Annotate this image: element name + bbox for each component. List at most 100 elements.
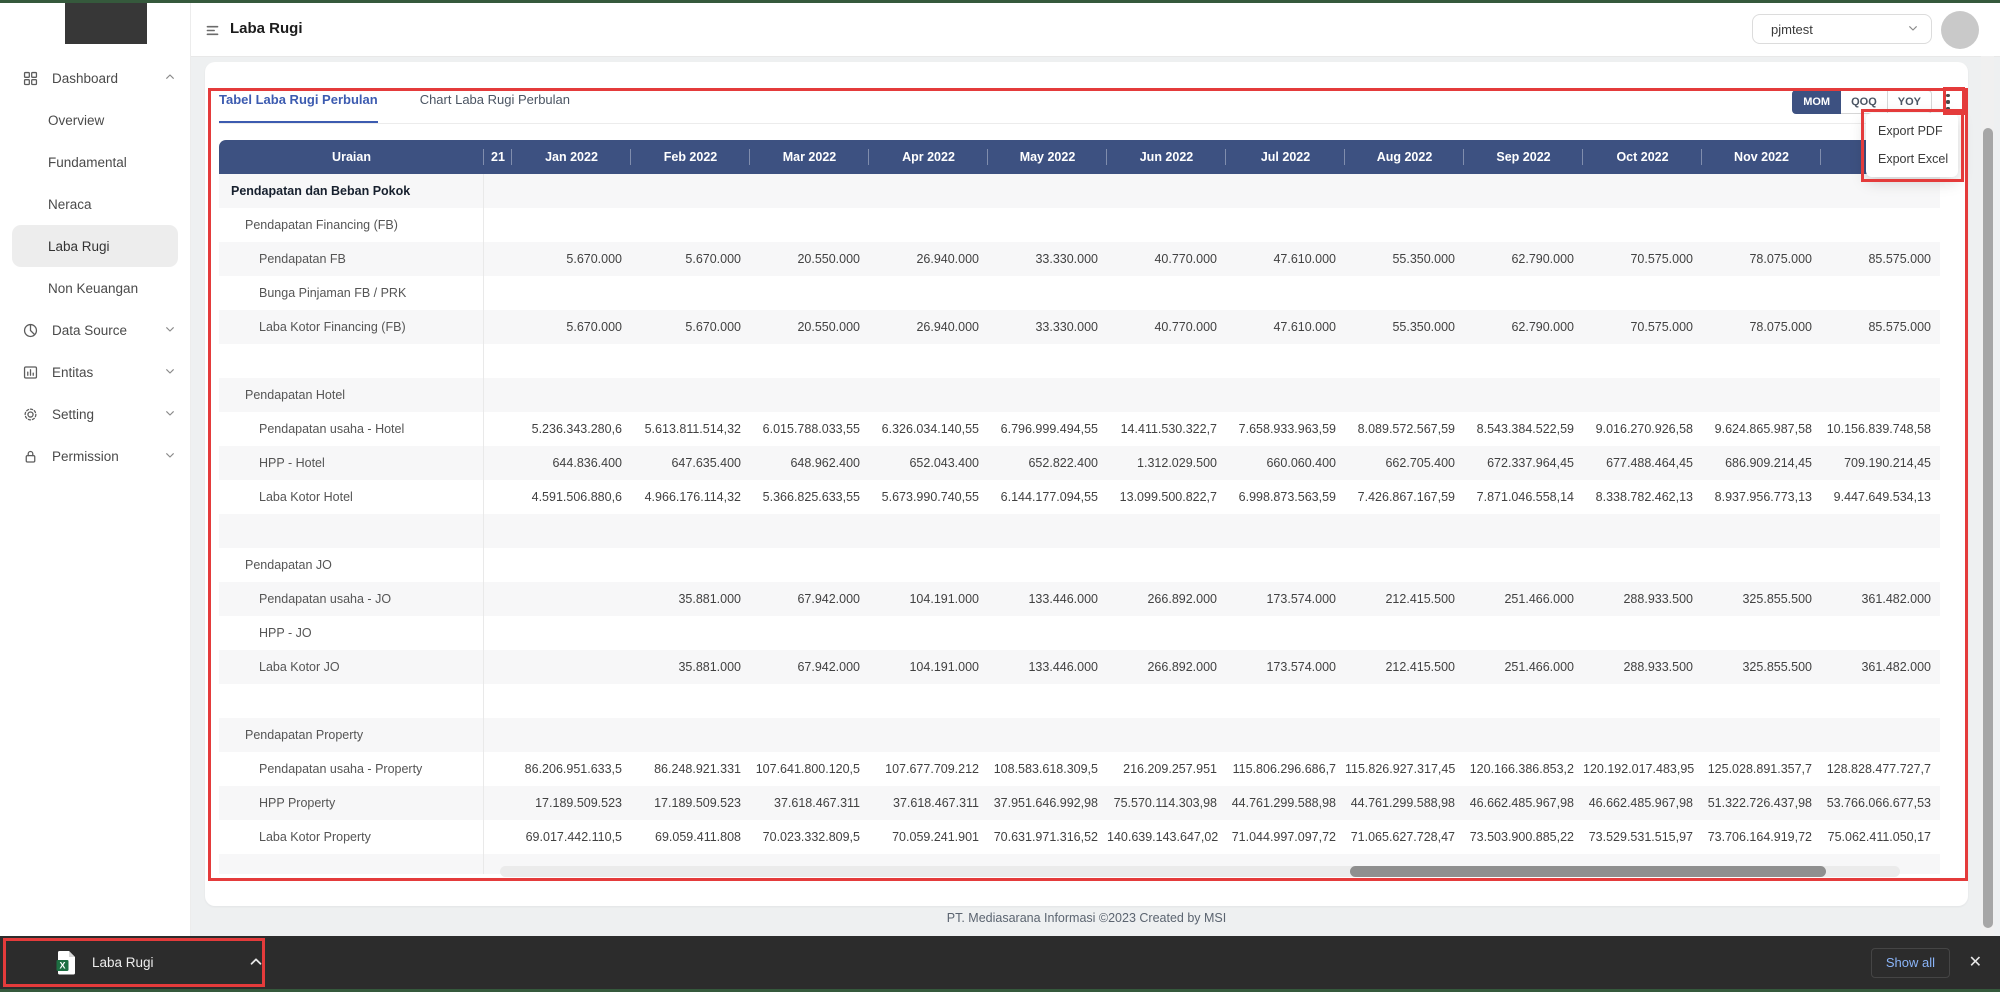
row-value [988,718,1107,752]
row-value [631,208,750,242]
row-value [1464,378,1583,412]
row-value: 7.426.867.167,59 [1345,480,1464,514]
column-header-21: 21 [484,140,512,174]
row-label: Pendapatan usaha - JO [219,582,484,616]
row-value [988,548,1107,582]
row-value: 37.618.467.311 [869,786,988,820]
tab-chart-laba-rugi-perbulan[interactable]: Chart Laba Rugi Perbulan [420,92,570,123]
row-value [1464,684,1583,718]
close-downloads-icon[interactable]: ✕ [1969,952,1982,972]
row-value [1821,514,1940,548]
row-value [631,718,750,752]
row-value [484,786,512,820]
row-value [1464,276,1583,310]
sidebar-item-laba-rugi[interactable]: Laba Rugi [12,225,178,267]
row-value: 5.670.000 [512,310,631,344]
row-value [484,242,512,276]
row-value [631,616,750,650]
table-row-pendapatan-hotel: Pendapatan Hotel [219,378,1940,412]
sidebar-item-entitas[interactable]: Entitas [0,351,190,393]
row-label: Laba Kotor JO [219,650,484,684]
row-value [1107,684,1226,718]
row-value: 6.144.177.094,55 [988,480,1107,514]
sidebar-item-non-keuangan[interactable]: Non Keuangan [12,267,178,309]
row-value: 70.631.971.316,52 [988,820,1107,854]
row-value: 662.705.400 [1345,446,1464,480]
row-value [512,616,631,650]
vertical-scrollbar[interactable] [1981,56,1994,936]
row-value: 6.796.999.494,55 [988,412,1107,446]
row-value [1583,344,1702,378]
row-value: 6.015.788.033,55 [750,412,869,446]
menu-item-export-pdf[interactable]: Export PDF [1866,117,1958,145]
sidebar-item-label: Overview [48,113,104,128]
row-value: 4.966.176.114,32 [631,480,750,514]
row-value [484,752,512,786]
row-value [1702,276,1821,310]
user-select[interactable]: pjmtest [1752,14,1932,44]
app-root: Dashboard Overview FundamentalNeracaLaba R… [0,0,2000,992]
row-value: 140.639.143.647,02 [1107,820,1226,854]
table-row-hpp-property: HPP Property17.189.509.52317.189.509.523… [219,786,1940,820]
horizontal-scrollbar[interactable] [500,866,1900,877]
row-value [1226,514,1345,548]
row-value [631,174,750,208]
row-value [869,174,988,208]
row-value [1702,684,1821,718]
row-value [484,514,512,548]
row-value: 133.446.000 [988,582,1107,616]
row-value: 51.322.726.437,98 [1702,786,1821,820]
chevron-down-icon [164,323,176,338]
row-value: 652.043.400 [869,446,988,480]
row-value: 10.156.839.748,58 [1821,412,1940,446]
avatar[interactable] [1941,11,1979,49]
row-value [484,650,512,684]
row-value [484,378,512,412]
dashboard-grid-icon [22,70,39,87]
sidebar-item-overview[interactable]: Overview [12,99,178,141]
sidebar-item-neraca[interactable]: Neraca [12,183,178,225]
row-value [988,616,1107,650]
row-value [1226,344,1345,378]
row-value: 120.166.386.853,2 [1464,752,1583,786]
sidebar-item-setting[interactable]: Setting [0,393,190,435]
row-value [869,276,988,310]
row-value [1345,684,1464,718]
row-value [512,650,631,684]
chevron-up-icon[interactable] [248,954,264,970]
top-edge-strip [0,0,2000,3]
row-value: 212.415.500 [1345,582,1464,616]
row-value: 55.350.000 [1345,242,1464,276]
row-value [869,718,988,752]
row-value: 33.330.000 [988,242,1107,276]
row-value [988,208,1107,242]
show-all-button[interactable]: Show all [1871,948,1950,978]
row-value: 55.350.000 [1345,310,1464,344]
table-row-pendapatan-financing-fb: Pendapatan Financing (FB) [219,208,1940,242]
sidebar-item-data-source[interactable]: Data Source [0,309,190,351]
row-value: 8.543.384.522,59 [1464,412,1583,446]
sidebar-item-fundamental[interactable]: Fundamental [12,141,178,183]
row-value [631,548,750,582]
row-value: 85.575.000 [1821,310,1940,344]
period-button-yoy[interactable]: YOY [1888,90,1932,114]
period-button-mom[interactable]: MOM [1792,90,1841,114]
row-value [1583,616,1702,650]
horizontal-scrollbar-thumb[interactable] [1350,866,1826,877]
period-button-qoq[interactable]: QOQ [1841,90,1888,114]
kebab-menu-icon[interactable] [1940,91,1956,113]
row-value: 7.658.933.963,59 [1226,412,1345,446]
sidebar-item-permission[interactable]: Permission [0,435,190,477]
row-value: 35.881.000 [631,582,750,616]
row-value [1464,718,1583,752]
menu-item-export-excel[interactable]: Export Excel [1866,145,1958,173]
vertical-scrollbar-thumb[interactable] [1983,128,1993,928]
sidebar-item-label: Setting [52,407,94,422]
row-value: 53.766.066.677,53 [1821,786,1940,820]
sidebar-item-dashboard[interactable]: Dashboard [0,57,190,99]
tab-tabel-laba-rugi-perbulan[interactable]: Tabel Laba Rugi Perbulan [219,92,378,123]
row-value: 108.583.618.309,5 [988,752,1107,786]
row-value [750,616,869,650]
table-header-row: Uraian21Jan 2022Feb 2022Mar 2022Apr 2022… [219,140,1940,174]
row-value: 78.075.000 [1702,242,1821,276]
